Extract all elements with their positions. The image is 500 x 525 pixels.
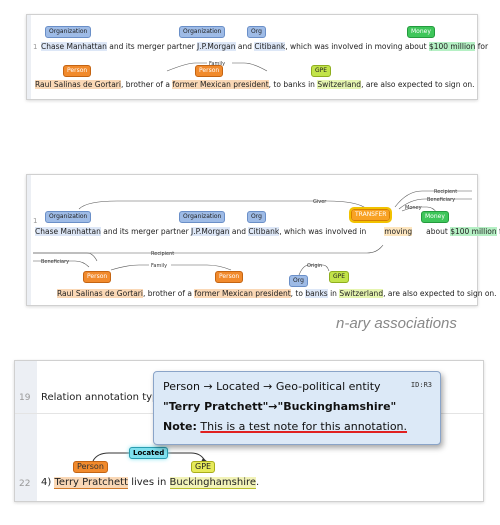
span-chase-manhattan[interactable]: Chase Manhattan xyxy=(35,227,101,236)
entity-label-person[interactable]: Person xyxy=(73,461,108,473)
tooltip-note-label: Note: xyxy=(163,420,197,433)
span-raul-salinas[interactable]: Raul Salinas de Gortari xyxy=(57,289,143,298)
arc-beneficiary-label: Beneficiary xyxy=(427,197,455,203)
arc-giver-label: Giver xyxy=(313,199,327,205)
entity-label-organization[interactable]: Organization xyxy=(45,211,92,223)
entity-label-organization[interactable]: Org xyxy=(247,211,266,223)
entity-label-organization[interactable]: Organization xyxy=(45,26,92,38)
entity-label-money[interactable]: Money xyxy=(407,26,435,38)
tooltip-relation-args: "Terry Pratchett"→"Buckinghamshire" xyxy=(163,400,397,413)
span-switzerland[interactable]: Switzerland xyxy=(317,80,362,89)
line-number: 22 xyxy=(19,479,31,489)
span-100-million[interactable]: $100 million xyxy=(428,42,476,51)
span-former-president[interactable]: former Mexican president xyxy=(172,80,269,89)
span-jp-morgan[interactable]: J.P.Morgan xyxy=(197,42,236,51)
entity-label-organization[interactable]: Organization xyxy=(179,26,226,38)
sentence-line-1: Chase Manhattan and its merger partner J… xyxy=(35,227,500,236)
entity-label-person[interactable]: Person xyxy=(215,271,244,283)
span-citibank[interactable]: Citibank xyxy=(248,227,280,236)
line-22-text: 4) Terry Pratchett lives in Buckinghamsh… xyxy=(41,477,260,489)
tooltip-note-text: This is a test note for this annotation. xyxy=(200,420,408,433)
entity-label-organization[interactable]: Org xyxy=(247,26,266,38)
span-jp-morgan[interactable]: J.P.Morgan xyxy=(191,227,230,236)
entity-label-organization[interactable]: Organization xyxy=(179,211,226,223)
relation-label-located[interactable]: Located xyxy=(129,447,169,459)
arc-family-label: Family xyxy=(151,263,167,269)
arc-origin-label: Origin xyxy=(307,263,322,269)
annotation-panel-relation: 19 Relation annotation type Located Pers… xyxy=(14,360,484,502)
span-citibank[interactable]: Citibank xyxy=(254,42,286,51)
arc-layer: Giver Recipient Beneficiary Money Recipi… xyxy=(33,189,472,276)
span-chase-manhattan[interactable]: Chase Manhattan xyxy=(41,42,107,51)
annotation-tooltip: ID:R3 Person → Located → Geo-political e… xyxy=(153,371,441,445)
arc-recipient-label: Recipient xyxy=(434,189,457,195)
span-banks[interactable]: banks xyxy=(305,289,328,298)
caption-nary-associations: n-ary associations xyxy=(336,315,457,332)
arc-money-label: Money xyxy=(405,205,422,211)
tooltip-note: Note: This is a test note for this annot… xyxy=(163,420,407,433)
arc-beneficiary-label: Beneficiary xyxy=(41,259,69,265)
arc-recipient-label: Recipient xyxy=(151,251,174,257)
entity-label-gpe[interactable]: GPE xyxy=(311,65,332,77)
entity-label-money[interactable]: Money xyxy=(421,211,449,223)
span-100-million[interactable]: $100 million xyxy=(450,227,497,236)
sentence-line-2: Raul Salinas de Gortari, brother of a fo… xyxy=(35,80,475,89)
sentence-line-1: Chase Manhattan and its merger partner J… xyxy=(41,42,489,51)
entity-label-person[interactable]: Person xyxy=(83,271,112,283)
tooltip-id: ID:R3 xyxy=(410,381,432,389)
span-switzerland[interactable]: Switzerland xyxy=(339,289,384,298)
sentence-line-2: Raul Salinas de Gortari, brother of a fo… xyxy=(57,289,497,298)
span-moving[interactable]: moving xyxy=(384,227,413,236)
entity-label-gpe[interactable]: GPE xyxy=(329,271,350,283)
span-buckinghamshire[interactable]: Buckinghamshire xyxy=(169,477,257,489)
entity-label-organization[interactable]: Org xyxy=(289,275,308,287)
entity-label-person[interactable]: Person xyxy=(63,65,92,77)
annotation-panel-nary: 1 Giver Recipient Beneficiary Money Reci… xyxy=(26,174,500,306)
entity-label-person[interactable]: Person xyxy=(195,65,224,77)
entity-label-gpe[interactable]: GPE xyxy=(191,461,216,473)
event-label-transfer[interactable]: TRANSFER xyxy=(348,207,393,223)
span-former-president[interactable]: former Mexican president xyxy=(194,289,291,298)
tooltip-relation-type: Person → Located → Geo-political entity xyxy=(163,380,381,393)
span-terry-pratchett[interactable]: Terry Pratchett xyxy=(54,477,129,489)
annotation-panel-basic: 1 Family Organization Organization Org M… xyxy=(26,14,488,100)
span-raul-salinas[interactable]: Raul Salinas de Gortari xyxy=(35,80,121,89)
